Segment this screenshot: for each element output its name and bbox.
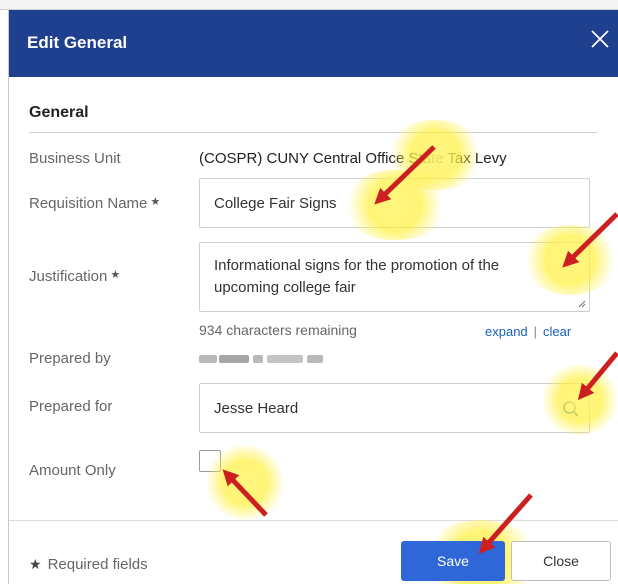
required-star-icon: ★ — [29, 556, 42, 572]
link-separator: | — [533, 324, 538, 339]
close-icon[interactable] — [589, 28, 618, 58]
requisition-name-label-text: Requisition Name — [29, 195, 148, 212]
justification-text: Informational signs for the promotion of… — [214, 257, 500, 296]
save-button[interactable]: Save — [401, 541, 505, 581]
characters-remaining: 934 characters remaining — [199, 322, 357, 338]
search-icon[interactable] — [561, 399, 581, 419]
requisition-name-input[interactable]: College Fair Signs — [199, 178, 590, 228]
justification-label-text: Justification — [29, 268, 108, 285]
justification-links: expand | clear — [485, 324, 571, 339]
requisition-name-label: Requisition Name ★ — [29, 195, 160, 212]
expand-link[interactable]: expand — [485, 324, 528, 339]
required-star-icon: ★ — [150, 196, 161, 208]
characters-remaining-text: characters remaining — [222, 322, 357, 338]
resize-grip-icon[interactable] — [578, 300, 586, 308]
section-divider — [29, 132, 597, 133]
prepared-for-label: Prepared for — [29, 398, 113, 415]
section-title: General — [29, 104, 89, 121]
required-fields-text: Required fields — [47, 556, 148, 573]
dialog-title: Edit General — [27, 33, 128, 52]
business-unit-label: Business Unit — [29, 150, 121, 167]
justification-textarea[interactable]: Informational signs for the promotion of… — [199, 242, 590, 312]
clear-link[interactable]: clear — [543, 324, 571, 339]
close-button[interactable]: Close — [511, 541, 611, 581]
required-star-icon: ★ — [110, 269, 121, 281]
business-unit-value: (COSPR) CUNY Central Office State Tax Le… — [199, 150, 507, 167]
amount-only-label: Amount Only — [29, 462, 116, 479]
window-top-border — [0, 0, 618, 10]
footer-divider — [9, 520, 618, 521]
amount-only-checkbox[interactable] — [199, 450, 221, 472]
prepared-by-redacted-value — [199, 352, 324, 366]
characters-remaining-count: 934 — [199, 322, 223, 338]
justification-label: Justification ★ — [29, 268, 120, 285]
edit-general-dialog: Edit General General Business Unit (COSP… — [8, 10, 618, 584]
required-fields-note: ★ Required fields — [29, 556, 148, 573]
prepared-for-value: Jesse Heard — [214, 400, 299, 417]
dialog-header: Edit General — [9, 10, 618, 77]
prepared-for-input[interactable]: Jesse Heard — [199, 383, 590, 433]
prepared-by-label: Prepared by — [29, 350, 111, 367]
